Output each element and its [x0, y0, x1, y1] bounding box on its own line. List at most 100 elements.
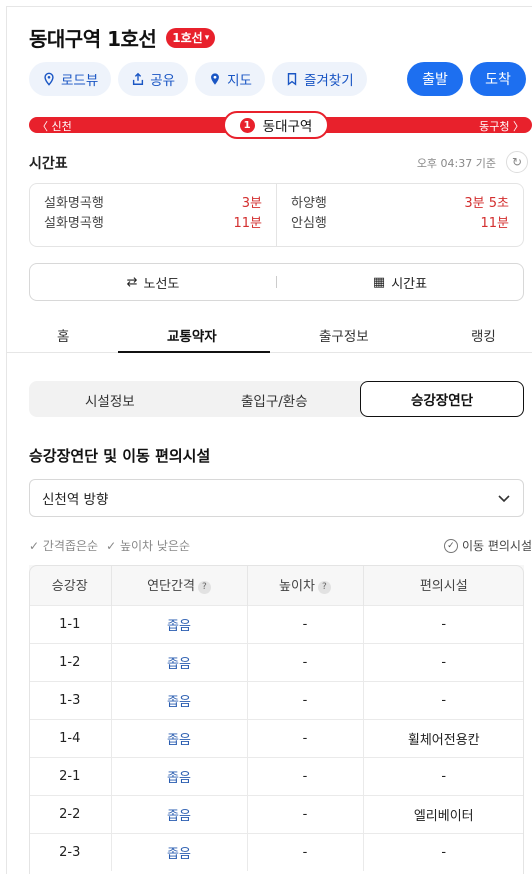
gap-cell: 좁음	[111, 604, 248, 643]
platform-cell: 1-3	[29, 680, 112, 719]
gap-cell: 좁음	[111, 756, 248, 795]
table-row: 1-3 좁음 - -	[29, 680, 524, 719]
arrival-destination: 안심행	[291, 216, 327, 231]
map-label: 지도	[227, 73, 252, 89]
col-facility: 편의시설	[363, 565, 524, 605]
facility-cell: -	[363, 680, 524, 719]
sort-filters: ✓ 간격좁은순 ✓ 높이차 낮은순	[29, 537, 190, 554]
help-icon[interactable]: ?	[197, 580, 211, 594]
tab-exit-info[interactable]: 출구정보	[319, 325, 369, 345]
arrival-time: 3분 5초	[464, 196, 509, 211]
facility-cell: -	[363, 642, 524, 681]
map-button[interactable]: 지도	[195, 62, 265, 96]
facility-cell: 엘리베이터	[363, 794, 524, 833]
route-map-label: 노선도	[143, 276, 180, 292]
main-tabs: 홈 교통약자 출구정보 랭킹	[7, 313, 532, 353]
subtab-platform-gap[interactable]: 승강장연단	[360, 381, 524, 417]
sort-narrow-label: 간격좁은순	[42, 539, 99, 553]
map-pin-icon	[211, 73, 220, 85]
timetable-heading: 시간표	[29, 156, 68, 172]
subtab-entrance-transfer[interactable]: 출입구/환승	[241, 390, 308, 410]
height-cell: -	[247, 718, 364, 757]
share-icon	[133, 72, 144, 85]
bookmark-icon	[287, 73, 297, 86]
col-facility-label: 편의시설	[419, 579, 468, 595]
active-tab-indicator	[118, 351, 270, 353]
line-selector[interactable]: 1호선 ▾	[166, 27, 216, 48]
favorite-button[interactable]: 즐겨찾기	[271, 62, 367, 96]
platform-cell: 2-3	[29, 832, 112, 871]
table-row: 2-2 좁음 - 엘리베이터	[29, 794, 524, 833]
roadview-label: 로드뷰	[61, 73, 99, 89]
arrival-time: 11분	[480, 216, 509, 231]
tab-ranking[interactable]: 랭킹	[471, 325, 496, 345]
col-platform-label: 승강장	[51, 579, 88, 595]
next-station-link[interactable]: 동구청 〉	[479, 118, 524, 134]
table-row: 1-2 좁음 - -	[29, 642, 524, 681]
platform-cell: 1-1	[29, 604, 112, 643]
col-height-label: 높이차	[279, 579, 315, 595]
table-row: 1-4 좁음 - 휠체어전용칸	[29, 718, 524, 757]
col-platform: 승강장	[29, 565, 112, 605]
table-row: 2-1 좁음 - -	[29, 756, 524, 795]
height-cell: -	[247, 756, 364, 795]
current-station-name: 동대구역	[262, 119, 313, 135]
gap-cell: 좁음	[111, 718, 248, 757]
title-row: 동대구역 1호선 1호선 ▾	[29, 23, 216, 52]
sort-height-option[interactable]: ✓ 높이차 낮은순	[106, 537, 190, 554]
gap-cell: 좁음	[111, 642, 248, 681]
calendar-icon: ▦	[372, 274, 386, 290]
tab-accessibility[interactable]: 교통약자	[167, 325, 217, 345]
table-row: 1-1 좁음 - -	[29, 604, 524, 643]
depart-button[interactable]: 출발	[407, 62, 463, 96]
arrival-column-right: 하양행 3분 5초 안심행 11분	[276, 184, 523, 246]
action-bar: 로드뷰 공유 지도 즐겨찾기	[29, 62, 367, 96]
arrival-destination: 설화명곡행	[44, 196, 104, 211]
route-map-button[interactable]: ⇄ 노선도	[30, 273, 276, 292]
sub-tabs: 시설정보 출입구/환승 승강장연단	[29, 381, 524, 417]
arrival-row: 설화명곡행 11분	[44, 214, 262, 234]
table-body: 1-1 좁음 - -1-2 좁음 - -1-3 좁음 - -1-4 좁음 - 휠체어전용칸 2-1 좁음 - -…	[29, 604, 524, 871]
section-title: 승강장연단 및 이동 편의시설	[29, 447, 211, 465]
facility-legend[interactable]: ✓ 이동 편의시설	[443, 537, 532, 554]
subtab-facilities[interactable]: 시설정보	[85, 390, 135, 410]
arrival-time: 11분	[233, 216, 262, 231]
share-label: 공유	[150, 73, 176, 89]
arrival-row: 하양행 3분 5초	[291, 194, 509, 214]
facility-cell: -	[363, 604, 524, 643]
facility-legend-label: 이동 편의시설	[461, 539, 532, 553]
timetable-button[interactable]: ▦ 시간표	[277, 273, 523, 292]
arrival-column-left: 설화명곡행 3분 설화명곡행 11분	[30, 184, 276, 246]
table-header-row: 승강장 연단간격? 높이차? 편의시설	[29, 565, 524, 605]
current-station-badge: 1 동대구역	[223, 111, 329, 139]
timetable-updated: 오후 04:37 기준	[416, 157, 496, 170]
help-icon[interactable]: ?	[317, 580, 331, 594]
tab-home[interactable]: 홈	[57, 325, 69, 345]
height-cell: -	[247, 832, 364, 871]
platform-cell: 2-2	[29, 794, 112, 833]
gap-cell: 좁음	[111, 680, 248, 719]
height-cell: -	[247, 642, 364, 681]
refresh-icon[interactable]: ↻	[506, 151, 528, 173]
height-cell: -	[247, 680, 364, 719]
share-button[interactable]: 공유	[118, 62, 189, 96]
arrival-row: 설화명곡행 3분	[44, 194, 262, 214]
platform-cell: 1-4	[29, 718, 112, 757]
height-cell: -	[247, 604, 364, 643]
direction-select[interactable]: 신천역 방향	[29, 479, 524, 517]
sort-narrow-option[interactable]: ✓ 간격좁은순	[29, 537, 98, 554]
location-pin-icon	[44, 72, 54, 86]
arrive-button[interactable]: 도착	[470, 62, 526, 96]
prev-station-link[interactable]: 〈 신천	[37, 118, 72, 134]
facility-cell: -	[363, 756, 524, 795]
line-number-icon: 1	[239, 117, 255, 133]
facility-cell: 휠체어전용칸	[363, 718, 524, 757]
col-gap-label: 연단간격	[147, 579, 195, 595]
platform-cell: 1-2	[29, 642, 112, 681]
roadview-button[interactable]: 로드뷰	[29, 62, 112, 96]
direction-value: 신천역 방향	[42, 492, 109, 508]
gap-cell: 좁음	[111, 832, 248, 871]
route-timetable-switch: ⇄ 노선도 ▦ 시간표	[29, 263, 524, 301]
facility-cell: -	[363, 832, 524, 871]
line-chip-label: 1호선	[172, 31, 203, 45]
